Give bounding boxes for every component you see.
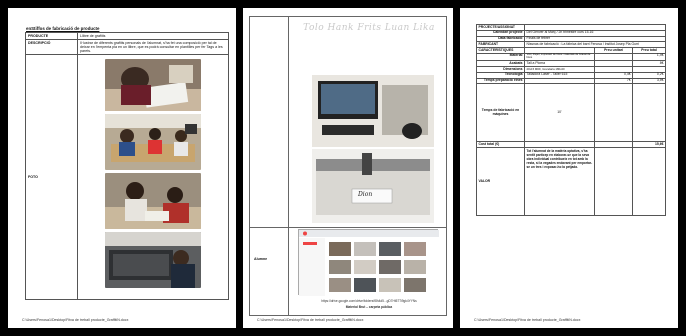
row-value: Vinil, Paper, impressió de fotos i mater… (524, 52, 595, 62)
unit-price (593, 52, 634, 62)
table-row: FOTO (25, 54, 229, 300)
image-table: Alumne Tolo Hank Frits Luan Lika Dion ht… (249, 16, 447, 316)
row-value-descripcio: Il·lustrar de diferents grafitis persona… (77, 39, 229, 55)
table-row: Material Vinil, Paper, impressió de foto… (476, 52, 666, 62)
page-footer-path: C:\Users\Fenosa1\Desktop\Fitxa de trebal… (257, 318, 364, 322)
total-price (632, 147, 666, 217)
row-value-producte: Llibre de grafitis (77, 32, 229, 40)
table-row: DESCRIPCIÓ Il·lustrar de diferents grafi… (25, 39, 229, 55)
row-label: VALOR (476, 147, 525, 217)
classroom-photo-3 (105, 173, 201, 229)
table-row: Temps de fabricació en màquines 10' (476, 83, 666, 143)
drive-folder-screenshot (298, 229, 439, 296)
drive-folder-link[interactable]: https://drive.google.com/drive/folders/f… (294, 299, 444, 303)
cut-graffiti-text: Dion (358, 191, 373, 198)
graffiti-lettering: Tolo Hank Frits Luan Lika (303, 23, 435, 33)
column-divider (288, 17, 289, 315)
table-row: VALOR Tot l'alumnat de la matèria optati… (476, 147, 666, 217)
page-footer-path: C:\Users\Fenosa1\Desktop\Fitxa de trebal… (22, 318, 129, 322)
unit-price (593, 83, 634, 143)
document-page-3: PROJECTE/ASSIGNAT Calendari projecte Del… (460, 8, 678, 328)
unit-price (593, 147, 634, 217)
computer-photo (312, 75, 434, 147)
laser-cutter-photo: Dion (312, 149, 434, 223)
total-price (632, 83, 666, 143)
row-value: 10' (524, 83, 595, 143)
row-value: Tot l'alumnat de la matèria optativa, s'… (524, 147, 595, 217)
photo-cell (77, 54, 229, 300)
row-label-alumne: Alumne (254, 257, 268, 261)
total-price: 1,4€ (632, 52, 666, 62)
row-label-producte: PRODUCTE (25, 32, 78, 40)
row-label-descripcio: DESCRIPCIÓ (25, 39, 78, 55)
row-label: Material (476, 52, 525, 62)
classroom-photo-2 (105, 114, 201, 170)
row-divider (250, 227, 446, 228)
document-page-1: enStiffos de fabricació de producte PROD… (8, 8, 236, 328)
row-label: Temps de fabricació en màquines (476, 83, 525, 143)
page-footer-path: C:\Users\Fenosa1\Desktop\Fitxa de trebal… (474, 318, 581, 322)
laser-machine-photo (105, 232, 201, 288)
image-caption: Material Brut – carpeta pública (345, 305, 393, 309)
cost-table: PROJECTE/ASSIGNAT Calendari projecte Del… (476, 24, 666, 217)
product-sheet-table: PRODUCTE Llibre de grafitis DESCRIPCIÓ I… (25, 32, 229, 300)
classroom-photo-1 (105, 59, 201, 111)
document-page-2: Alumne Tolo Hank Frits Luan Lika Dion ht… (243, 8, 453, 328)
page-title: enStiffos de fabricació de producte (26, 26, 100, 31)
table-row: PRODUCTE Llibre de grafitis (25, 32, 229, 40)
row-label-foto: FOTO (25, 54, 78, 300)
